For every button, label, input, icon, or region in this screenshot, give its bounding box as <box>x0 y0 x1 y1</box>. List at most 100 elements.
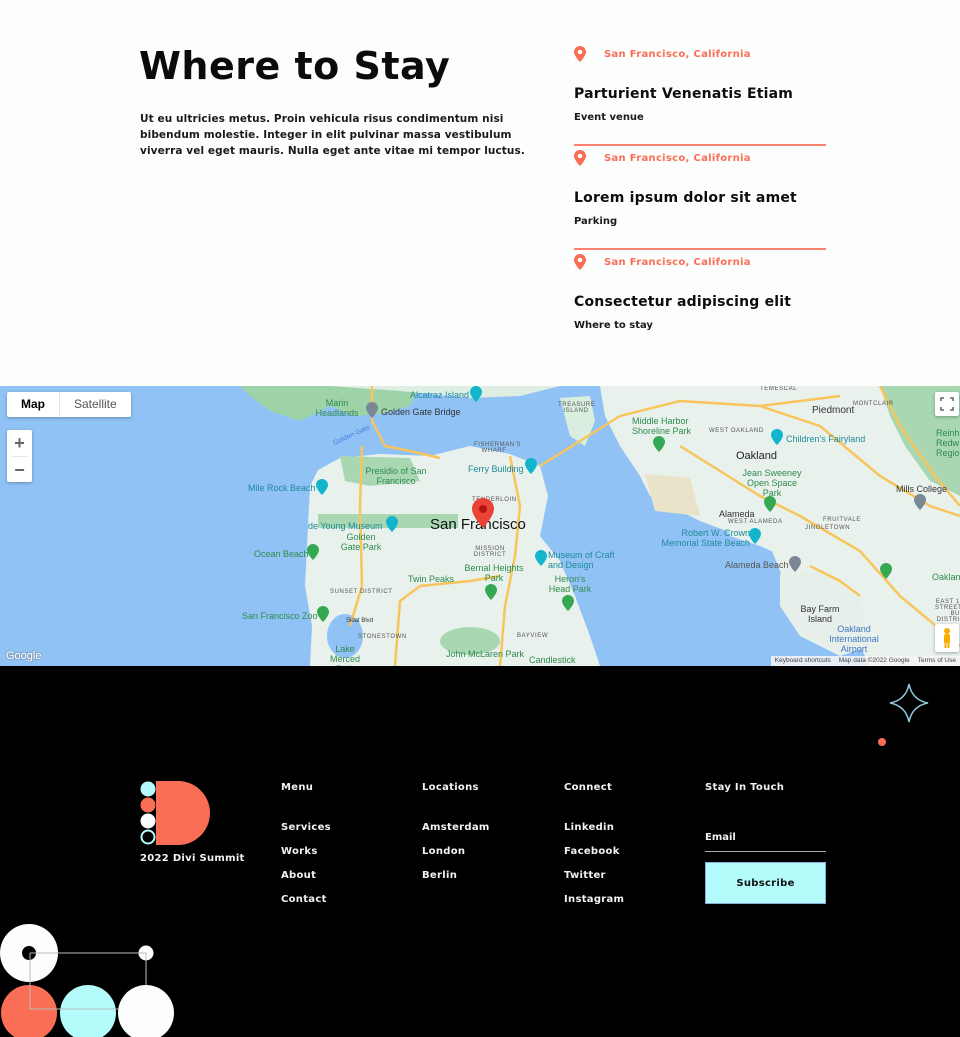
footer-link-contact[interactable]: Contact <box>281 894 331 918</box>
map-label: STONESTOWN <box>358 634 407 640</box>
footer-column-menu: Menu Services Works About Contact <box>281 782 331 918</box>
map-label: Golden Gate Park <box>340 532 382 552</box>
map-label: Alameda Beach <box>725 560 789 570</box>
poi-museum-icon[interactable] <box>386 516 398 532</box>
venue-location-text: San Francisco, California <box>604 48 751 60</box>
map-label-city: Oakland <box>736 450 777 462</box>
sparkle-star-icon <box>889 683 929 723</box>
venue-location-text: San Francisco, California <box>604 256 751 268</box>
venue-name: Consectetur adipiscing elit <box>574 294 792 310</box>
footer-column-heading: Connect <box>564 782 613 793</box>
map-label: Candlestick <box>529 655 576 665</box>
embedded-map[interactable]: Marin Headlands Golden Gate Bridge Alcat… <box>0 386 960 666</box>
footer-link-instagram[interactable]: Instagram <box>564 894 624 918</box>
map-marker-icon[interactable] <box>472 498 494 528</box>
brand-name: 2022 Divi Summit <box>140 853 245 864</box>
footer-link-facebook[interactable]: Facebook <box>564 846 624 870</box>
map-label: Piedmont <box>812 405 855 416</box>
map-label: Alameda <box>719 509 755 519</box>
venue-location-text: San Francisco, California <box>604 152 751 164</box>
divi-summit-logo[interactable] <box>140 781 212 845</box>
map-label: Jean Sweeney Open Space Park <box>742 468 802 498</box>
map-label: Golden Gate Bridge <box>381 407 461 417</box>
map-label: Lake Merced Park <box>329 644 360 666</box>
map-label: BAYVIEW <box>517 633 549 639</box>
footer-link-about[interactable]: About <box>281 870 331 894</box>
poi-beach-icon[interactable] <box>749 528 761 544</box>
map-type-satellite-button[interactable]: Satellite <box>60 392 131 417</box>
map-label: Reinh Redw Region <box>936 428 960 458</box>
section-intro: Ut eu ultricies metus. Proin vehicula ri… <box>140 113 525 157</box>
poi-beach-icon[interactable] <box>789 556 801 572</box>
footer-link-works[interactable]: Works <box>281 846 331 870</box>
map-label: FRUITVALE <box>823 517 861 523</box>
footer-link-linkedin[interactable]: Linkedin <box>564 822 624 846</box>
deco-circle-red <box>1 985 57 1037</box>
map-label: TEMESCAL <box>760 386 798 392</box>
poi-park-icon[interactable] <box>485 584 497 600</box>
subscribe-button[interactable]: Subscribe <box>705 862 826 904</box>
map-label: Bay Farm Island <box>800 604 840 624</box>
keyboard-shortcuts-link[interactable]: Keyboard shortcuts <box>771 656 835 666</box>
map-label: Middle Harbor Shoreline Park <box>632 416 692 436</box>
deco-circle-cyan <box>60 985 116 1037</box>
map-label: Twin Peaks <box>408 574 455 584</box>
map-label: Oaklan <box>932 572 960 582</box>
email-field[interactable] <box>705 826 826 852</box>
map-type-map-button[interactable]: Map <box>7 392 60 417</box>
footer-column-connect: Connect Linkedin Facebook Twitter Instag… <box>564 782 624 918</box>
poi-zoo-icon[interactable] <box>880 563 892 579</box>
map-data-text: Map data ©2022 Google <box>838 657 910 664</box>
street-view-button[interactable] <box>935 624 959 652</box>
poi-bridge-icon[interactable] <box>366 402 378 418</box>
footer-column-locations: Locations Amsterdam London Berlin <box>422 782 490 894</box>
footer-link-amsterdam[interactable]: Amsterdam <box>422 822 490 846</box>
venue-name: Lorem ipsum dolor sit amet <box>574 190 797 206</box>
deco-circle-white <box>118 985 174 1037</box>
poi-park-icon[interactable] <box>307 544 319 560</box>
decorative-circles <box>0 924 174 1037</box>
footer-link-london[interactable]: London <box>422 846 490 870</box>
map-label: Museum of Craft and Design <box>548 550 615 570</box>
poi-park-icon[interactable] <box>764 496 776 512</box>
footer-link-services[interactable]: Services <box>281 822 331 846</box>
map-label: TREASURE ISLAND <box>558 402 596 414</box>
poi-attraction-icon[interactable] <box>771 429 783 445</box>
poi-ferry-building-icon[interactable] <box>525 458 537 474</box>
map-label: Heron's Head Park <box>548 574 592 594</box>
poi-college-icon[interactable] <box>914 494 926 510</box>
poi-beach-icon[interactable] <box>316 479 328 495</box>
map-label: John McLaren Park <box>446 649 525 659</box>
map-label: JINGLETOWN <box>805 525 851 531</box>
poi-museum-icon[interactable] <box>535 550 547 566</box>
venue-item: San Francisco, California Lorem ipsum do… <box>574 144 826 250</box>
google-logo[interactable]: Google <box>6 650 41 662</box>
poi-park-icon[interactable] <box>562 595 574 611</box>
footer-link-twitter[interactable]: Twitter <box>564 870 624 894</box>
footer-column-heading: Menu <box>281 782 314 793</box>
fullscreen-button[interactable] <box>935 392 959 416</box>
footer-link-berlin[interactable]: Berlin <box>422 870 490 894</box>
zoom-out-button[interactable]: − <box>7 457 32 483</box>
map-label: Marin Headlands <box>315 398 359 418</box>
map-label: Mile Rock Beach <box>248 483 316 493</box>
map-label: Mills College <box>896 484 948 494</box>
venue-item: San Francisco, California Consectetur ad… <box>574 248 826 352</box>
zoom-in-button[interactable]: + <box>7 430 32 456</box>
venue-type: Event venue <box>574 112 644 123</box>
map-label: MONTCLAIR <box>853 401 894 407</box>
orange-dot-icon <box>878 738 886 746</box>
map-label: Sloat Blvd <box>346 618 374 624</box>
venue-location: San Francisco, California <box>574 150 751 166</box>
poi-attraction-icon[interactable] <box>470 386 482 402</box>
poi-park-icon[interactable] <box>653 436 665 452</box>
poi-zoo-icon[interactable] <box>317 606 329 622</box>
venue-name: Parturient Venenatis Etiam <box>574 86 794 102</box>
map-label: Robert W. Crown Memorial State Beach <box>661 528 750 548</box>
terms-of-use-link[interactable]: Terms of Use <box>914 656 960 666</box>
section-title: Where to Stay <box>139 44 451 88</box>
map-label: Bernal Heights Park <box>464 563 524 583</box>
map-label: de Young Museum <box>308 521 383 531</box>
map-label: Ocean Beach <box>254 549 309 559</box>
map-attribution: Keyboard shortcuts Map data ©2022 Google… <box>770 656 960 666</box>
